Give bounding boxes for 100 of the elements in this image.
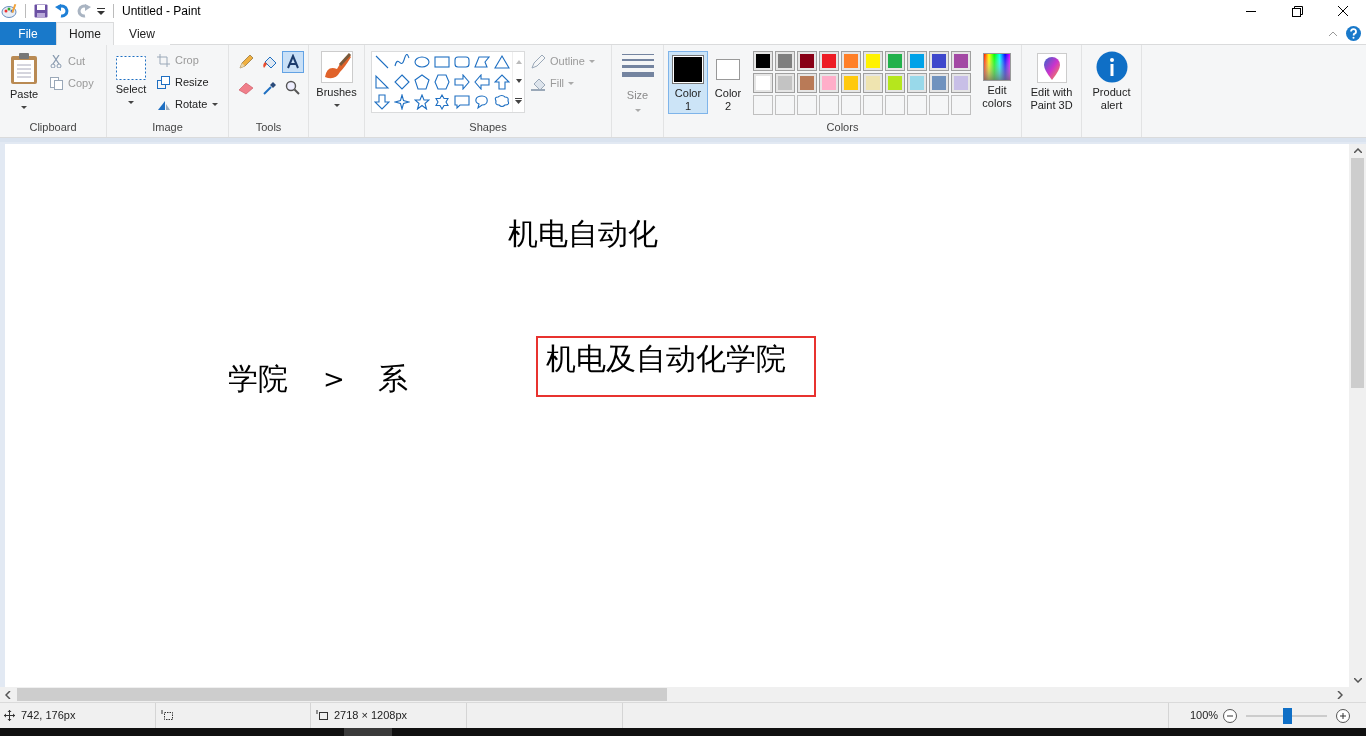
group-label: Shapes — [468, 120, 508, 135]
shape-icon[interactable] — [494, 94, 510, 110]
shapes-gallery[interactable] — [371, 51, 525, 113]
shape-icon[interactable] — [494, 54, 510, 70]
window-title: Untitled - Paint — [122, 3, 201, 20]
rotate-button[interactable]: Rotate — [157, 96, 219, 112]
shape-icon[interactable] — [474, 54, 490, 70]
scroll-thumb[interactable] — [17, 688, 667, 701]
pen-outline-icon — [531, 53, 546, 69]
color-slot-button[interactable]: Color 2 — [708, 51, 748, 114]
shape-icon[interactable] — [434, 94, 450, 110]
canvas-text: 机电自动化 — [508, 216, 658, 252]
horizontal-scrollbar[interactable] — [0, 687, 1366, 702]
group-label: Tools — [254, 120, 283, 135]
shape-icon[interactable] — [454, 94, 470, 110]
shape-icon[interactable] — [474, 74, 490, 90]
color-slot-button[interactable]: Color 1 — [668, 51, 708, 114]
ribbon-tab[interactable]: Home — [56, 22, 114, 45]
edit-with-paint-3d-button[interactable]: Edit with Paint 3D — [1026, 51, 1077, 112]
color-picker-icon — [261, 80, 278, 96]
empty-swatch[interactable] — [797, 95, 817, 115]
zoom-level: 100% — [1190, 708, 1219, 724]
vertical-scrollbar[interactable] — [1349, 144, 1366, 687]
resize-button[interactable]: Resize — [157, 74, 219, 90]
canvas-text: 机电及自动化学院 — [546, 341, 786, 377]
zoom-out-icon[interactable] — [1223, 708, 1238, 723]
undo-icon[interactable] — [55, 4, 69, 18]
shape-icon[interactable] — [374, 74, 390, 90]
copy-icon — [50, 76, 63, 90]
tool-button[interactable] — [282, 51, 305, 73]
edit-colors-button[interactable]: Edit colors — [977, 51, 1017, 110]
paint-drop-icon — [1036, 53, 1067, 83]
selection-size-icon — [161, 710, 174, 721]
shape-icon[interactable] — [494, 74, 510, 90]
paintbrush-icon — [320, 51, 353, 83]
group-label: Colors — [825, 120, 860, 135]
clipboard-icon — [10, 53, 38, 85]
scissors-icon — [50, 54, 63, 68]
empty-swatch[interactable] — [863, 95, 883, 115]
help-icon[interactable] — [1346, 26, 1361, 41]
caret-icon — [588, 59, 595, 63]
customize-caret-icon[interactable] — [97, 7, 105, 15]
scroll-down-icon — [515, 79, 522, 83]
more-shapes-icon — [515, 98, 522, 105]
paste-button[interactable]: Paste — [4, 51, 44, 109]
canvas-text: 学院 — [228, 361, 288, 397]
scroll-up-icon — [515, 59, 522, 64]
collapse-ribbon-icon[interactable] — [1328, 30, 1338, 37]
save-icon[interactable] — [34, 4, 48, 18]
crop-icon — [157, 53, 170, 67]
scroll-down-icon — [1353, 678, 1362, 683]
shape-icon[interactable] — [414, 54, 430, 70]
line-widths-icon — [621, 53, 654, 79]
empty-swatch[interactable] — [951, 95, 971, 115]
empty-swatch[interactable] — [753, 95, 773, 115]
shape-icon[interactable] — [374, 94, 390, 110]
color-spectrum-icon — [983, 53, 1011, 81]
shape-icon[interactable] — [414, 94, 430, 110]
scroll-thumb[interactable] — [1351, 158, 1364, 388]
shape-icon[interactable] — [474, 94, 490, 110]
canvas-text: > — [323, 363, 345, 396]
shape-icon[interactable] — [394, 94, 410, 110]
slider-thumb[interactable] — [1282, 707, 1292, 724]
shape-icon[interactable] — [394, 74, 410, 90]
empty-swatch[interactable] — [819, 95, 839, 115]
magnifier-icon — [285, 80, 302, 96]
canvas-size-icon — [316, 710, 329, 721]
selection-rectangle-icon — [116, 56, 146, 80]
file-menu-tab[interactable]: File — [0, 22, 56, 45]
caret-icon — [212, 102, 219, 106]
caret-icon — [568, 81, 575, 85]
caret-icon — [128, 101, 134, 104]
shape-icon[interactable] — [414, 74, 430, 90]
paint-palette-icon — [1, 3, 17, 19]
drawing-canvas[interactable]: 机电自动化 学院 > 系 机电及自动化学院 — [5, 144, 1349, 687]
shape-icon[interactable] — [434, 74, 450, 90]
eraser-icon — [238, 80, 254, 96]
caret-icon — [333, 104, 340, 107]
shape-icon[interactable] — [434, 54, 450, 70]
shape-icon[interactable] — [374, 54, 390, 70]
empty-swatch[interactable] — [907, 95, 927, 115]
info-icon — [1095, 51, 1128, 83]
redo-icon[interactable] — [77, 4, 91, 18]
scroll-right-icon — [1337, 690, 1343, 699]
group-label: Image — [151, 120, 184, 135]
empty-swatch[interactable] — [775, 95, 795, 115]
canvas-size: 2718 × 1208px — [334, 708, 408, 724]
shape-icon[interactable] — [454, 54, 470, 70]
shape-icon[interactable] — [454, 74, 470, 90]
product-alert-button[interactable]: Product alert — [1086, 51, 1137, 112]
empty-swatch[interactable] — [929, 95, 949, 115]
scroll-left-icon — [5, 690, 11, 699]
select-button[interactable]: Select — [111, 51, 151, 104]
ribbon-tab[interactable]: View — [114, 22, 170, 45]
caret-icon — [21, 106, 27, 109]
empty-swatch[interactable] — [841, 95, 861, 115]
cursor-position: 742, 176px — [21, 708, 76, 724]
zoom-in-icon[interactable] — [1336, 708, 1351, 723]
empty-swatch[interactable] — [885, 95, 905, 115]
brushes-button[interactable]: Brushes — [313, 51, 360, 107]
